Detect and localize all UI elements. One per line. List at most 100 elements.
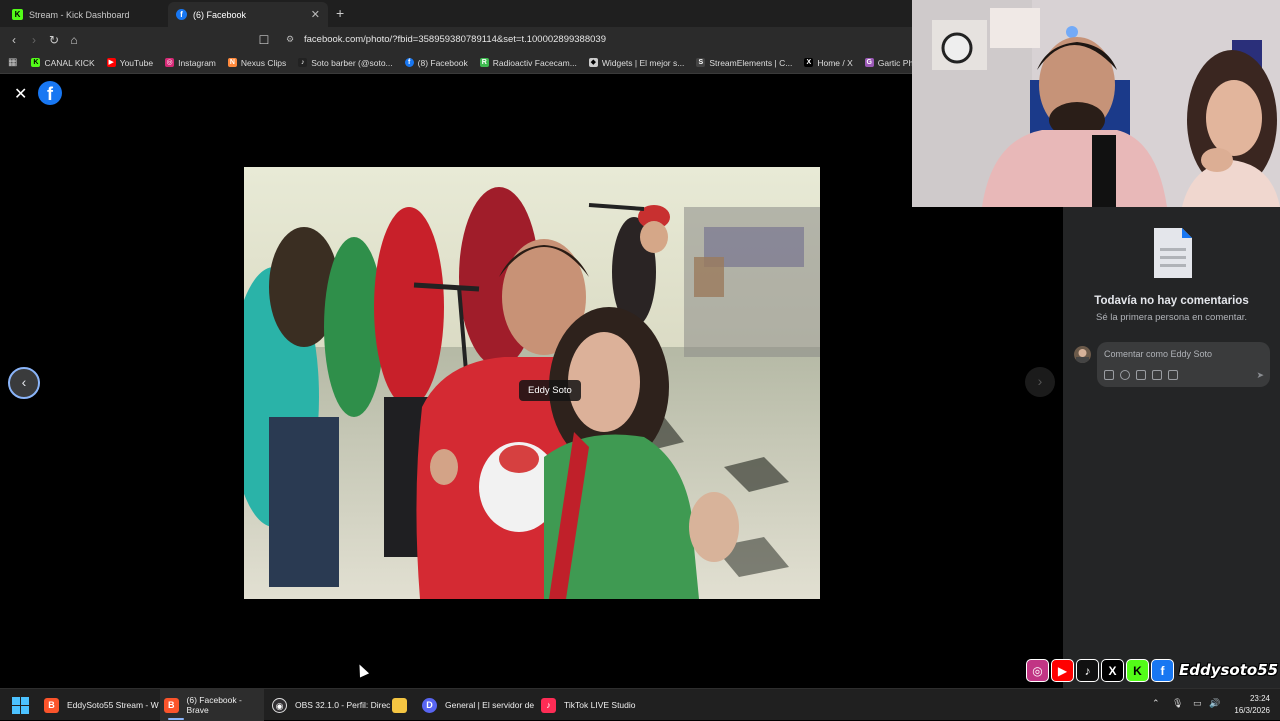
microphone-icon[interactable]: 🎙 — [1172, 698, 1183, 709]
facebook-icon: f — [404, 58, 414, 67]
photo-viewer: ✕ f ‹ › Eddy Soto — [0, 74, 1063, 688]
obs-icon: ◉ — [272, 697, 287, 713]
back-icon[interactable]: ‹ — [7, 33, 21, 47]
facebook-icon: f — [176, 9, 187, 20]
bookmark-label: Soto barber (@soto... — [311, 57, 393, 68]
bookmark-item[interactable]: f (8) Facebook — [404, 58, 468, 68]
document-icon — [1154, 228, 1192, 278]
comment-input[interactable]: Comentar como Eddy Soto ➤ — [1097, 342, 1270, 387]
youtube-icon: ▶ — [106, 58, 116, 67]
tiktok-icon: ♪ — [298, 58, 308, 67]
bookmark-label: Widgets | El mejor s... — [601, 57, 685, 68]
youtube-icon: ▶ — [1051, 658, 1074, 682]
taskbar-item-label: EddySoto55 Stream - W — [67, 700, 159, 710]
comment-placeholder: Comentar como Eddy Soto — [1104, 349, 1213, 359]
bookmark-label: Gartic Phone - Tele — [877, 57, 912, 68]
streamelements-icon: S — [696, 58, 706, 67]
bookmark-label: CANAL KICK — [44, 57, 95, 68]
chevron-up-icon[interactable]: ⌃ — [1152, 698, 1160, 709]
folder-icon — [392, 697, 407, 713]
taskbar-item[interactable]: ♪ TikTok LIVE Studio — [541, 689, 636, 721]
taskbar-item-label: General | El servidor de — [445, 700, 535, 710]
taskbar-item-label: (6) Facebook - Brave — [186, 695, 242, 715]
taskbar-item[interactable]: D General | El servidor de — [422, 689, 534, 721]
tiktok-icon: ♪ — [1076, 658, 1099, 682]
next-photo-button[interactable]: › — [1025, 367, 1055, 397]
instagram-icon: ◎ — [165, 58, 175, 67]
photo-tag-label[interactable]: Eddy Soto — [519, 380, 581, 401]
bookmark-icon[interactable]: ☐ — [257, 33, 271, 47]
gartic-icon: G — [864, 58, 874, 67]
emoji-icon[interactable] — [1120, 370, 1130, 380]
tab-kick-dashboard[interactable]: K Stream - Kick Dashboard — [4, 2, 164, 27]
bookmark-item[interactable]: S StreamElements | C... — [696, 58, 792, 68]
bookmark-item[interactable]: N Nexus Clips — [227, 57, 287, 68]
bookmark-label: YouTube — [119, 57, 154, 68]
new-tab-button[interactable]: + — [336, 5, 344, 21]
facebook-logo-icon[interactable]: f — [38, 81, 62, 105]
widgets-icon: ◆ — [588, 58, 598, 67]
bookmark-label: Radioactiv Facecam... — [492, 57, 577, 68]
taskbar-item-label: OBS 32.1.0 - Perfil: Direc — [295, 700, 391, 710]
camera-icon[interactable] — [1136, 370, 1146, 380]
discord-icon: D — [422, 697, 437, 713]
x-icon: X — [804, 58, 814, 67]
close-tab-icon[interactable]: ✕ — [311, 8, 320, 21]
kick-icon: K — [31, 58, 41, 67]
gif-icon[interactable] — [1152, 370, 1162, 380]
reload-icon[interactable]: ↻ — [47, 33, 61, 47]
site-info-icon[interactable]: ⚙ — [286, 34, 294, 45]
bookmark-item[interactable]: ▶ YouTube — [106, 57, 154, 68]
tab-label: Stream - Kick Dashboard — [29, 9, 130, 20]
kick-icon: K — [12, 9, 23, 20]
tab-facebook[interactable]: f (6) Facebook ✕ — [168, 2, 328, 27]
windows-start-icon[interactable] — [12, 697, 29, 719]
home-icon[interactable]: ⌂ — [67, 33, 81, 47]
bookmark-label: StreamElements | C... — [709, 57, 793, 68]
taskbar-item[interactable]: ◉ OBS 32.1.0 - Perfil: Direc — [272, 689, 390, 721]
forward-icon[interactable]: › — [27, 33, 41, 47]
bookmark-item[interactable]: ◆ Widgets | El mejor s... — [588, 57, 685, 68]
bookmark-label: Nexus Clips — [240, 57, 287, 68]
close-icon[interactable]: ✕ — [14, 84, 27, 104]
bookmark-item[interactable]: K CANAL KICK — [31, 57, 95, 68]
brave-icon: B — [164, 697, 179, 713]
x-icon: X — [1101, 658, 1124, 682]
clock[interactable]: 23:24 16/3/2026 — [1234, 693, 1270, 717]
comment-tools — [1104, 370, 1178, 380]
facebook-icon: f — [1151, 658, 1174, 682]
taskbar-item[interactable]: B (6) Facebook - Brave — [160, 689, 264, 721]
avatar — [1074, 346, 1091, 363]
network-icon[interactable]: ▭ — [1193, 698, 1202, 709]
tiktok-live-icon: ♪ — [541, 697, 556, 713]
taskbar-item[interactable] — [392, 689, 415, 721]
bookmark-item[interactable]: R Radioactiv Facecam... — [479, 57, 577, 68]
volume-icon[interactable]: 🔊 — [1209, 698, 1220, 709]
radioactiv-icon: R — [479, 58, 489, 67]
instagram-icon: ◎ — [1026, 658, 1049, 682]
clock-time: 23:24 — [1249, 694, 1270, 703]
brave-icon: B — [44, 697, 59, 713]
bookmark-item[interactable]: ◎ Instagram — [165, 58, 216, 68]
webcam-image — [912, 0, 1280, 207]
bookmark-item[interactable]: ♪ Soto barber (@soto... — [298, 57, 393, 68]
bookmark-label: Home / X — [817, 57, 853, 68]
clock-date: 16/3/2026 — [1234, 706, 1270, 715]
send-icon[interactable]: ➤ — [1256, 370, 1264, 381]
avatar-sticker-icon[interactable] — [1104, 370, 1114, 380]
social-handles-overlay: ◎ ▶ ♪ X K f Eddysoto55 — [1026, 656, 1280, 684]
nexus-icon: N — [227, 58, 237, 67]
bookmark-item[interactable]: GGartic Phone - Tele — [864, 57, 912, 68]
taskbar-item-label: TikTok LIVE Studio — [564, 700, 636, 710]
bookmark-item[interactable]: X Home / X — [804, 57, 853, 68]
bookmark-label: Instagram — [178, 57, 216, 68]
url-text: facebook.com/photo/?fbid=358959380789114… — [304, 34, 606, 45]
apps-icon[interactable]: ▦ — [8, 57, 17, 68]
taskbar-item[interactable]: B EddySoto55 Stream - W — [44, 689, 159, 721]
tab-label: (6) Facebook — [193, 9, 247, 20]
address-bar[interactable]: ⚙ facebook.com/photo/?fbid=3589593807891… — [280, 30, 912, 49]
taskbar: B EddySoto55 Stream - W B (6) Facebook -… — [0, 688, 1280, 721]
kick-icon: K — [1126, 658, 1149, 682]
previous-photo-button[interactable]: ‹ — [8, 367, 40, 399]
sticker-icon[interactable] — [1168, 370, 1178, 380]
